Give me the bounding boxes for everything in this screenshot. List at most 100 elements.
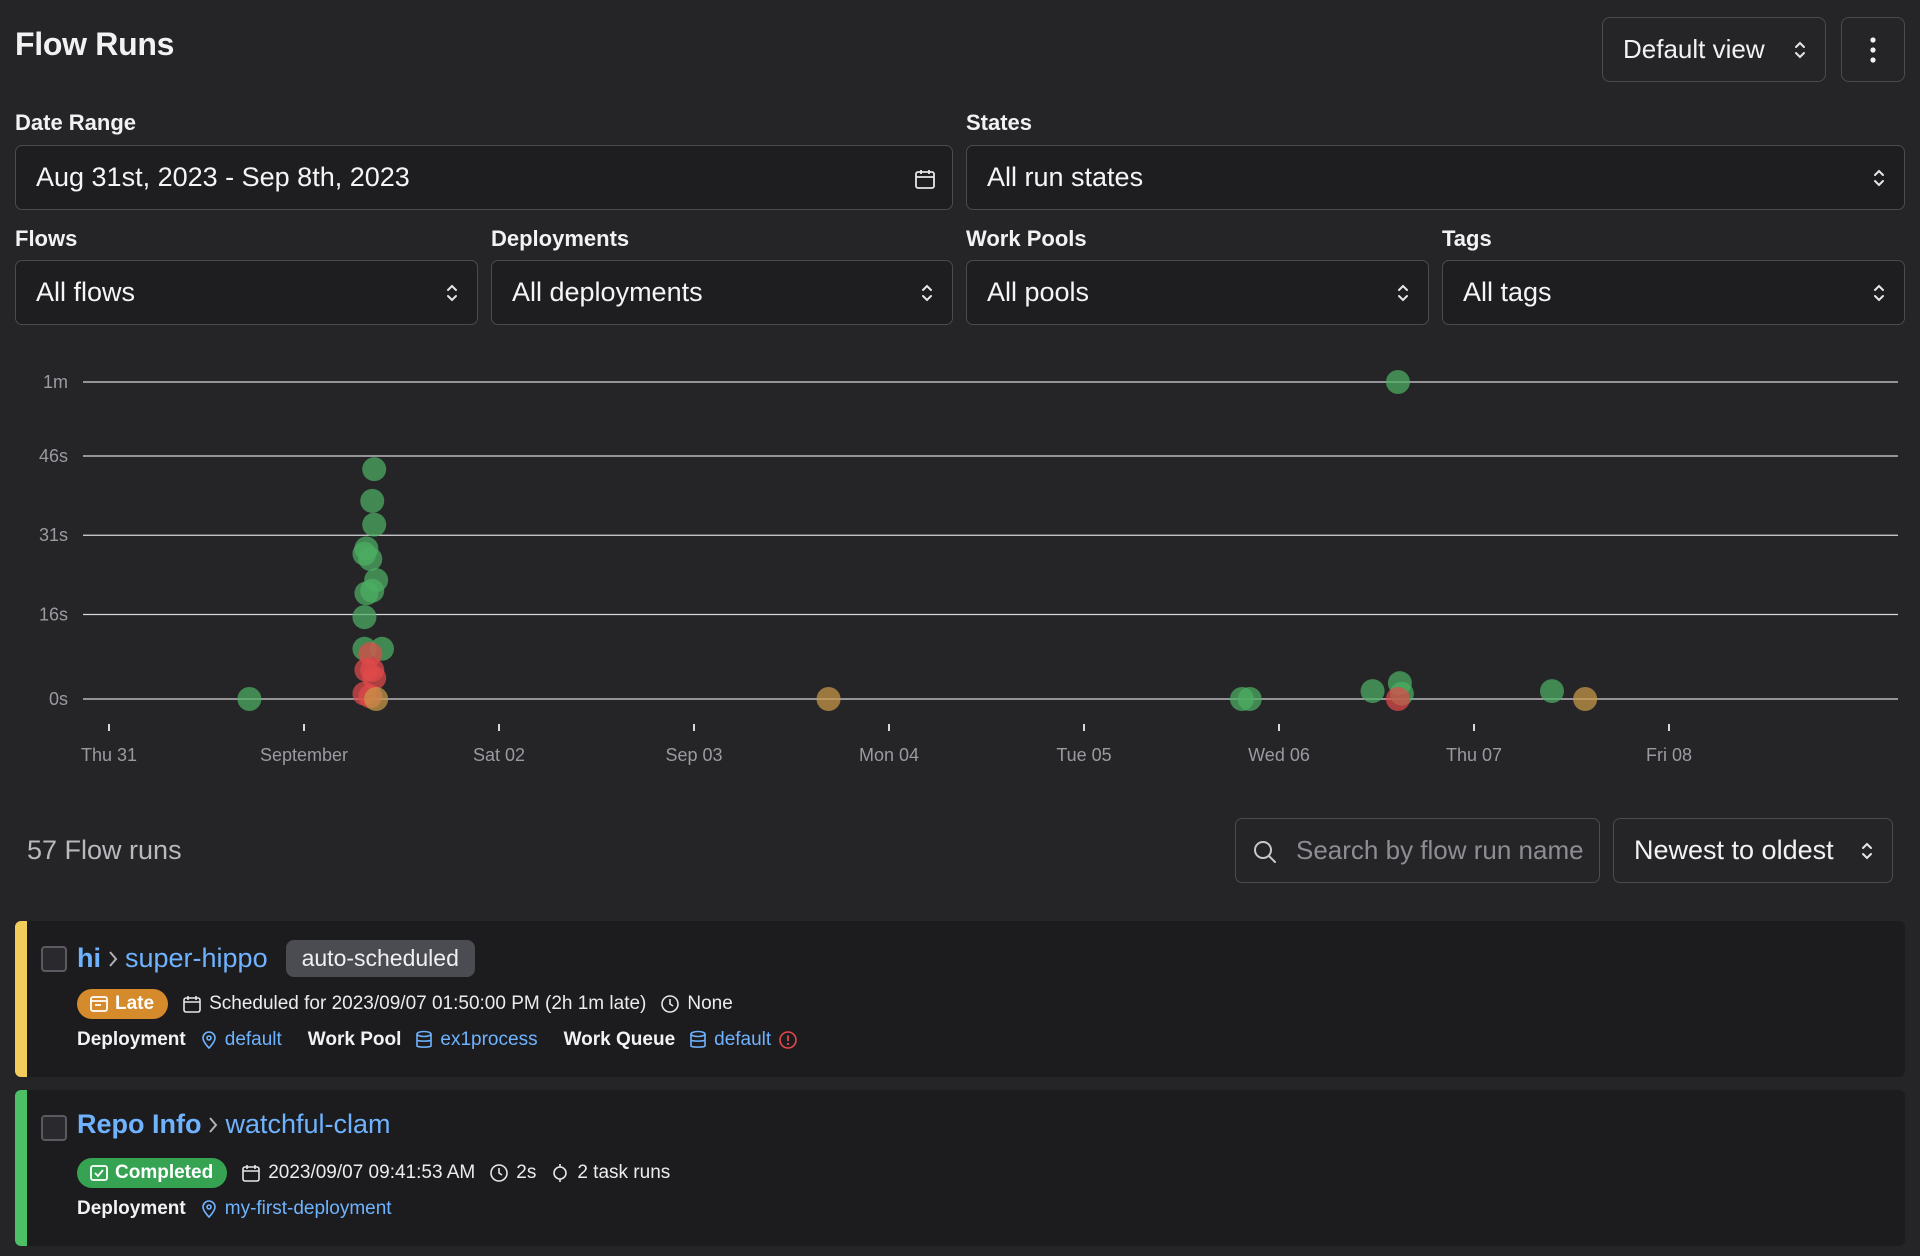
- run-point-completed[interactable]: [352, 605, 377, 630]
- deployments-select[interactable]: All deployments: [491, 260, 953, 325]
- date-range-label: Date Range: [15, 110, 137, 135]
- run-point-completed[interactable]: [354, 536, 379, 561]
- run-title: Repo Info watchful-clam: [77, 1109, 391, 1140]
- y-tick-label: 16s: [39, 604, 68, 624]
- flow-runs-scatter-chart[interactable]: 1m 46s 31s 16s 0s Thu 31 September Sat 02 Sep 03…: [0, 350, 1920, 780]
- state-badge-completed: Completed: [77, 1158, 228, 1188]
- y-tick-label: 0s: [49, 689, 68, 709]
- state-label: Completed: [115, 1162, 214, 1183]
- chevron-up-down-icon: [1874, 284, 1884, 302]
- deployment-label: Deployment: [77, 1198, 186, 1219]
- deployment-name: my-first-deployment: [224, 1198, 392, 1219]
- chevron-up-down-icon: [922, 284, 932, 302]
- page-title: Flow Runs: [15, 26, 175, 62]
- x-tick-label: September: [260, 745, 348, 765]
- deployments-label: Deployments: [491, 226, 630, 251]
- work-pool-label: Work Pool: [307, 1029, 402, 1050]
- flow-run-card[interactable]: hi super-hippo auto-scheduled Late Sched…: [15, 921, 1905, 1077]
- deployment-label: Deployment: [77, 1029, 186, 1050]
- flow-name-link[interactable]: Repo Info: [77, 1109, 201, 1140]
- run-point-late[interactable]: [364, 687, 389, 711]
- date-range-picker[interactable]: Aug 31st, 2023 - Sep 8th, 2023: [15, 145, 953, 210]
- run-point-completed[interactable]: [1385, 370, 1410, 394]
- map-pin-icon: [201, 1031, 216, 1050]
- y-tick-label: 46s: [39, 446, 68, 466]
- run-relations-row: Deployment my-first-deployment: [77, 1198, 392, 1220]
- sort-select[interactable]: Newest to oldest: [1613, 818, 1893, 883]
- run-name-link[interactable]: super-hippo: [125, 943, 268, 974]
- run-point-late[interactable]: [816, 687, 841, 711]
- tag-badge: auto-scheduled: [285, 940, 475, 977]
- work-queue-link[interactable]: default: [689, 1029, 798, 1051]
- flows-label: Flows: [15, 226, 78, 251]
- task-runs-text: 2 task runs: [577, 1162, 671, 1183]
- run-point-completed[interactable]: [354, 581, 379, 606]
- calendar-icon: [915, 170, 935, 189]
- deployment-link[interactable]: default: [200, 1029, 282, 1051]
- states-value: All run states: [987, 162, 1144, 192]
- run-title: hi super-hippo auto-scheduled: [77, 940, 475, 977]
- y-tick-label: 31s: [39, 525, 68, 545]
- tags-select[interactable]: All tags: [1442, 260, 1905, 325]
- x-tick-label: Sat 02: [473, 745, 525, 765]
- start-time-text: 2023/09/07 09:41:53 AM: [268, 1162, 476, 1183]
- chevron-up-down-icon: [1398, 284, 1408, 302]
- x-tick-label: Fri 08: [1646, 745, 1692, 765]
- run-point-completed[interactable]: [237, 687, 262, 711]
- more-options-button[interactable]: [1841, 17, 1905, 82]
- work-pools-label: Work Pools: [966, 226, 1087, 251]
- work-queue-label: Work Queue: [563, 1029, 676, 1050]
- chevron-right-icon: [107, 949, 119, 969]
- run-select-checkbox[interactable]: [41, 1115, 67, 1141]
- run-point-failed[interactable]: [1385, 687, 1410, 711]
- y-tick-label: 1m: [43, 372, 68, 392]
- chevron-right-icon: [207, 1115, 219, 1135]
- more-vertical-icon: [1870, 36, 1876, 63]
- scheduled-time: Scheduled for 2023/09/07 01:50:00 PM (2h…: [182, 993, 646, 1015]
- scheduled-text: Scheduled for 2023/09/07 01:50:00 PM (2h…: [209, 993, 647, 1014]
- run-relations-row: Deployment default Work Pool ex1process …: [77, 1029, 798, 1051]
- run-point-completed[interactable]: [1360, 679, 1385, 704]
- work-pools-select[interactable]: All pools: [966, 260, 1429, 325]
- x-tick-label: Thu 31: [81, 745, 137, 765]
- database-icon: [690, 1030, 706, 1048]
- x-tick-label: Tue 05: [1056, 745, 1111, 765]
- chevron-up-down-icon: [1795, 41, 1805, 59]
- flow-name-link[interactable]: hi: [77, 943, 101, 974]
- x-tick-label: Wed 06: [1248, 745, 1310, 765]
- run-point-late[interactable]: [1573, 687, 1598, 711]
- alert-circle-icon: [779, 1031, 797, 1049]
- state-label: Late: [115, 993, 155, 1014]
- run-select-checkbox[interactable]: [41, 946, 67, 972]
- run-point-completed[interactable]: [360, 488, 385, 513]
- chevron-up-down-icon: [1874, 169, 1884, 187]
- duration: None: [660, 993, 733, 1015]
- search-input[interactable]: Search by flow run name: [1235, 818, 1600, 883]
- map-pin-icon: [201, 1200, 216, 1219]
- check-square-icon: [90, 1165, 108, 1181]
- clock-icon: [490, 1164, 509, 1182]
- work-pool-link[interactable]: ex1process: [415, 1029, 538, 1051]
- flows-select[interactable]: All flows: [15, 260, 478, 325]
- work-queue-name: default: [714, 1029, 772, 1050]
- sort-value: Newest to oldest: [1634, 835, 1834, 865]
- x-tick-label: Thu 07: [1446, 745, 1502, 765]
- tags-label: Tags: [1442, 226, 1492, 251]
- calendar-icon: [183, 996, 201, 1013]
- run-point-completed[interactable]: [1237, 687, 1262, 711]
- run-point-completed[interactable]: [362, 512, 387, 537]
- database-icon: [416, 1030, 433, 1048]
- task-runs-icon: [553, 1164, 568, 1182]
- run-point-completed[interactable]: [1540, 679, 1564, 704]
- flow-run-card[interactable]: Repo Info watchful-clam Completed 2023/0…: [15, 1090, 1905, 1246]
- states-label: States: [966, 110, 1033, 135]
- run-point-completed[interactable]: [362, 457, 387, 482]
- deployments-value: All deployments: [512, 277, 703, 307]
- run-name-link[interactable]: watchful-clam: [225, 1109, 390, 1140]
- state-badge-late: Late: [77, 989, 169, 1019]
- states-select[interactable]: All run states: [966, 145, 1905, 210]
- run-meta-row: Completed 2023/09/07 09:41:53 AM 2s 2 ta…: [77, 1158, 670, 1188]
- view-select[interactable]: Default view: [1602, 17, 1826, 82]
- deployment-link[interactable]: my-first-deployment: [200, 1198, 392, 1220]
- date-range-value: Aug 31st, 2023 - Sep 8th, 2023: [36, 162, 410, 192]
